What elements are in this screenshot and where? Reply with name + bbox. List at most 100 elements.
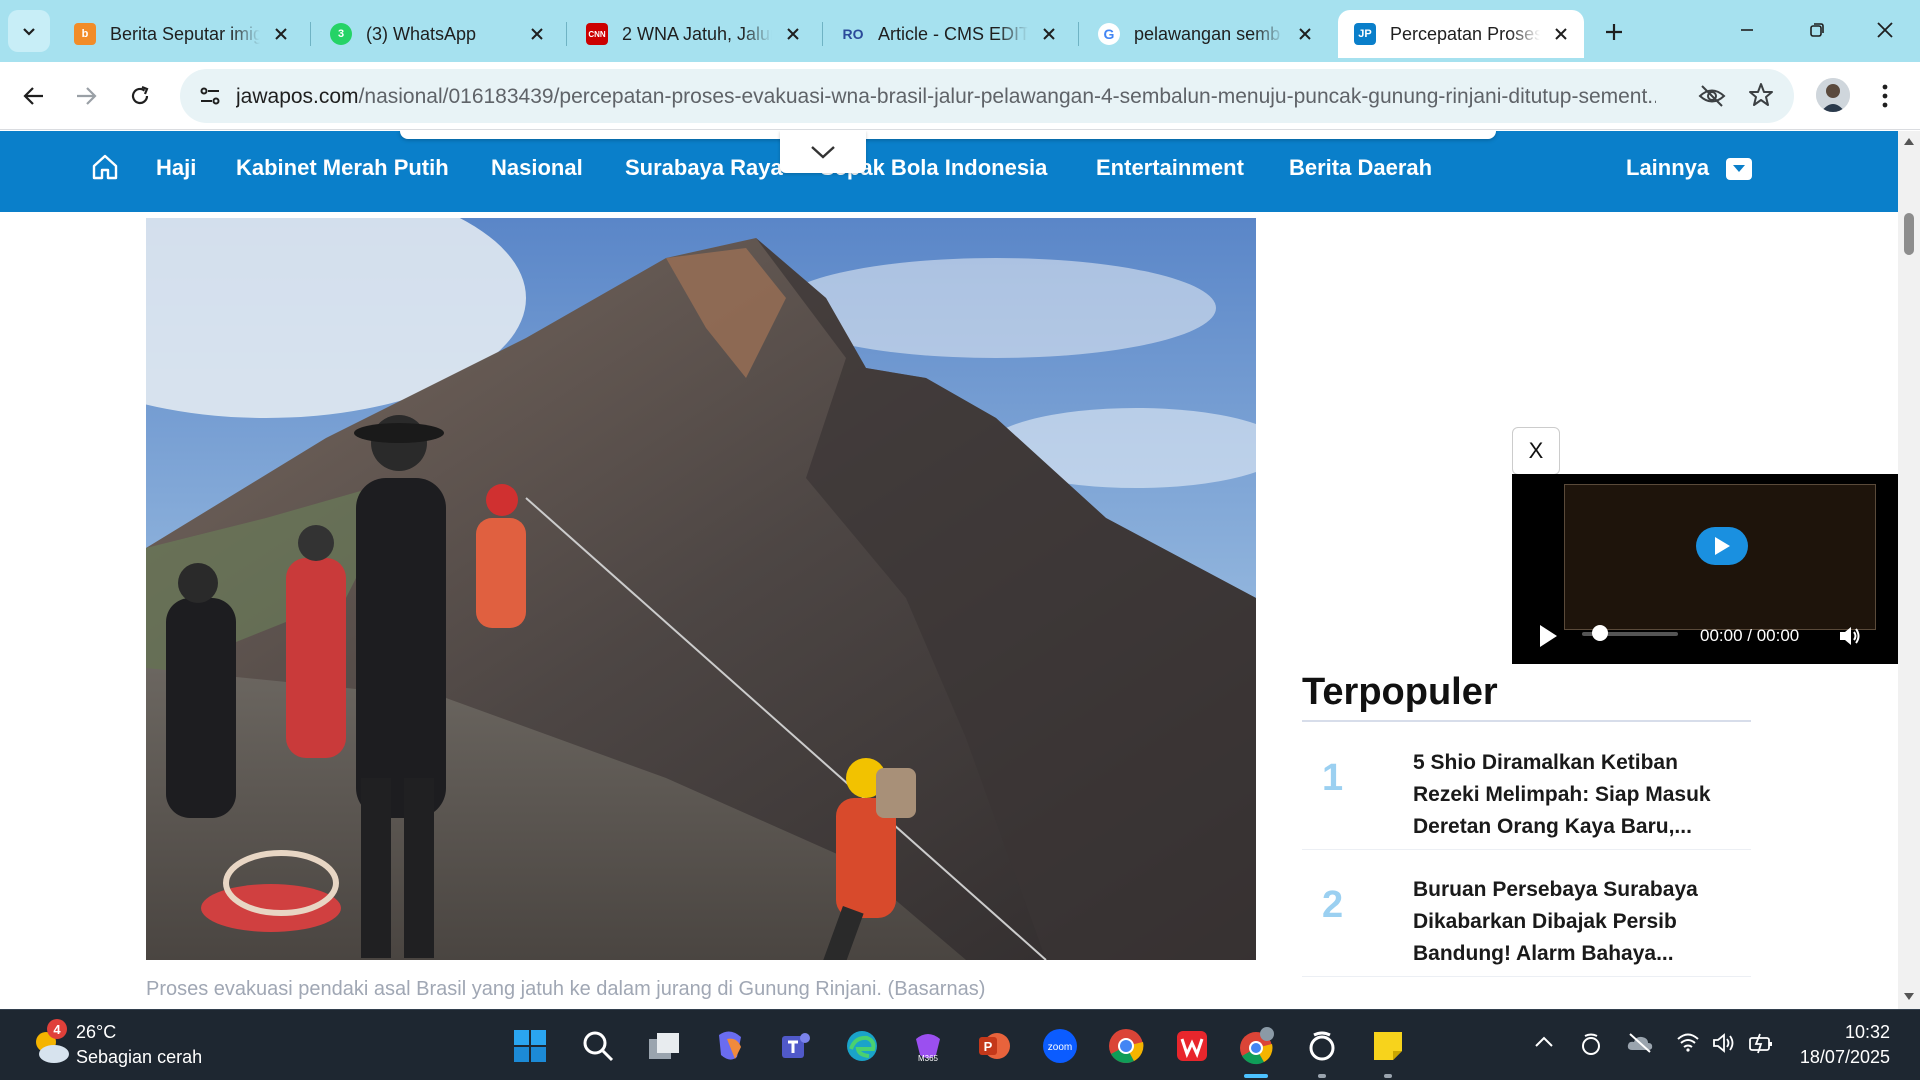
task-view-icon[interactable] — [642, 1024, 686, 1068]
page-content: Haji Kabinet Merah Putih Nasional Suraba… — [0, 131, 1898, 1009]
close-icon[interactable] — [270, 23, 292, 45]
svg-text:M365: M365 — [918, 1054, 939, 1063]
windows-taskbar: 4 26°C Sebagian cerah M365 P zoom 10:32 … — [0, 1009, 1920, 1080]
tab-search-button[interactable] — [8, 10, 50, 52]
chrome-icon[interactable] — [1104, 1024, 1148, 1068]
clock-time[interactable]: 10:32 — [1840, 1022, 1890, 1043]
tab-google-search[interactable]: G pelawangan semb — [1082, 10, 1328, 58]
close-icon[interactable] — [1038, 23, 1060, 45]
minimize-button[interactable] — [1724, 10, 1770, 50]
nav-item-surabaya[interactable]: Surabaya Raya — [625, 155, 783, 181]
popular-rank: 1 — [1322, 757, 1344, 799]
reload-button[interactable] — [118, 74, 162, 118]
tab-separator — [822, 22, 823, 46]
wps-office-icon[interactable] — [1170, 1024, 1214, 1068]
nav-more[interactable]: Lainnya — [1626, 155, 1709, 181]
video-close-button[interactable]: X — [1512, 427, 1560, 475]
edge-icon[interactable] — [840, 1024, 884, 1068]
tab-cnn[interactable]: CNN 2 WNA Jatuh, Jalur — [570, 10, 816, 58]
close-icon[interactable] — [526, 23, 548, 45]
restore-button[interactable] — [1794, 10, 1840, 50]
popular-headline[interactable]: 5 Shio Diramalkan Ketiban Rezeki Melimpa… — [1413, 747, 1743, 843]
nav-item-haji[interactable]: Haji — [156, 155, 196, 181]
battery-charging-icon[interactable] — [1748, 1032, 1774, 1054]
scroll-down-icon[interactable] — [1904, 993, 1914, 1001]
tab-whatsapp[interactable]: 3 (3) WhatsApp — [314, 10, 560, 58]
chevron-up-icon[interactable] — [1534, 1032, 1554, 1052]
forward-button[interactable] — [64, 74, 108, 118]
tab-title: (3) WhatsApp — [366, 23, 477, 44]
cnn-favicon-icon: CNN — [586, 23, 608, 45]
tab-title: Percepatan Proses — [1390, 23, 1540, 44]
top-ad-strip — [400, 131, 1496, 139]
search-icon[interactable] — [576, 1024, 620, 1068]
tab-jawapos-active[interactable]: JP Percepatan Proses — [1338, 10, 1584, 58]
close-icon[interactable] — [1294, 23, 1316, 45]
big-play-button[interactable] — [1696, 527, 1748, 565]
volume-icon[interactable] — [1838, 625, 1862, 652]
new-tab-button[interactable] — [1596, 14, 1632, 50]
nav-item-entertainment[interactable]: Entertainment — [1096, 155, 1244, 181]
sticky-notes-icon[interactable] — [1366, 1024, 1410, 1068]
powerpoint-icon[interactable]: P — [972, 1024, 1016, 1068]
address-bar[interactable]: jawapos.com/nasional/016183439/percepata… — [180, 69, 1794, 123]
bookmark-star-icon[interactable] — [1748, 82, 1774, 113]
tab-berita-imigrasi[interactable]: b Berita Seputar imig — [58, 10, 304, 58]
clock-date[interactable]: 18/07/2025 — [1790, 1047, 1890, 1068]
popular-item[interactable]: 1 5 Shio Diramalkan Ketiban Rezeki Melim… — [1302, 723, 1751, 850]
microsoft-365-icon[interactable]: M365 — [906, 1024, 950, 1068]
video-player[interactable]: 00:00 / 00:00 — [1512, 474, 1898, 664]
main-navigation: Haji Kabinet Merah Putih Nasional Suraba… — [0, 131, 1898, 212]
chrome-profile-icon[interactable] — [1234, 1024, 1278, 1068]
zoom-icon[interactable]: zoom — [1038, 1024, 1082, 1068]
nav-item-nasional[interactable]: Nasional — [491, 155, 583, 181]
weather-temperature[interactable]: 26°C — [76, 1022, 116, 1043]
active-app-indicator — [1244, 1074, 1268, 1078]
eye-off-icon[interactable] — [1698, 83, 1726, 114]
page-scrollbar[interactable] — [1898, 131, 1920, 1009]
windows-start-icon[interactable] — [508, 1024, 552, 1068]
section-divider — [1302, 720, 1751, 722]
copilot-key-icon[interactable] — [1300, 1024, 1344, 1068]
close-window-button[interactable] — [1862, 10, 1908, 50]
volume-icon[interactable] — [1712, 1032, 1736, 1054]
collapse-ad-button[interactable] — [780, 131, 866, 173]
onedrive-icon[interactable] — [1626, 1032, 1654, 1054]
url-text[interactable]: jawapos.com/nasional/016183439/percepata… — [236, 85, 1656, 109]
nav-item-kabinet[interactable]: Kabinet Merah Putih — [236, 155, 449, 181]
weather-description[interactable]: Sebagian cerah — [76, 1047, 202, 1068]
tab-title: Article - CMS EDITO — [878, 23, 1028, 44]
nav-item-berita-daerah[interactable]: Berita Daerah — [1289, 155, 1432, 181]
caret-down-icon[interactable] — [1726, 158, 1752, 180]
close-icon[interactable] — [1550, 23, 1572, 45]
back-button[interactable] — [12, 74, 56, 118]
restore-icon — [1810, 23, 1824, 37]
tab-cms-editor[interactable]: RO Article - CMS EDITO — [826, 10, 1072, 58]
more-menu-button[interactable] — [1870, 78, 1900, 114]
play-icon[interactable] — [1538, 624, 1558, 653]
video-scrubber-handle[interactable] — [1592, 625, 1608, 641]
popular-rank: 2 — [1322, 884, 1344, 926]
scroll-up-icon[interactable] — [1904, 137, 1914, 145]
weather-alert-badge: 4 — [47, 1019, 67, 1039]
arrow-left-icon — [23, 87, 43, 105]
popular-item[interactable]: 2 Buruan Persebaya Surabaya Dikabarkan D… — [1302, 850, 1751, 977]
copilot-icon[interactable] — [708, 1024, 752, 1068]
copilot-tray-icon[interactable] — [1580, 1032, 1602, 1056]
tab-title: Berita Seputar imig — [110, 23, 260, 44]
close-icon — [1877, 22, 1893, 38]
home-icon[interactable] — [91, 153, 119, 186]
url-path: /nasional/016183439/percepatan-proses-ev… — [358, 85, 1656, 108]
popular-headline[interactable]: Buruan Persebaya Surabaya Dikabarkan Dib… — [1413, 874, 1743, 970]
site-info-icon[interactable] — [192, 78, 228, 114]
tab-separator — [1078, 22, 1079, 46]
close-icon[interactable] — [782, 23, 804, 45]
jawapos-favicon-icon: JP — [1354, 23, 1376, 45]
teams-icon[interactable] — [774, 1024, 818, 1068]
url-domain: jawapos.com — [236, 85, 359, 108]
wifi-icon[interactable] — [1676, 1032, 1700, 1052]
video-time: 00:00 / 00:00 — [1700, 626, 1800, 645]
play-icon — [1715, 537, 1730, 555]
scrollbar-thumb[interactable] — [1904, 213, 1914, 255]
profile-avatar[interactable] — [1816, 78, 1850, 112]
